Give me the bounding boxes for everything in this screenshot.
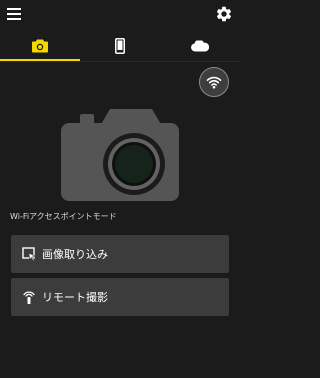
image-import-label: 画像取り込み bbox=[42, 248, 108, 261]
camera-illustration bbox=[61, 109, 179, 201]
remote-shooting-label: リモート撮影 bbox=[42, 291, 108, 304]
top-bar bbox=[0, 0, 240, 30]
camera-icon bbox=[32, 39, 48, 52]
hamburger-menu-icon[interactable] bbox=[6, 6, 24, 22]
remote-shooting-button[interactable]: リモート撮影 bbox=[11, 278, 229, 316]
tab-cloud[interactable] bbox=[160, 30, 240, 61]
image-import-button[interactable]: 画像取り込み bbox=[11, 235, 229, 273]
image-import-icon bbox=[22, 247, 36, 261]
remote-shooting-icon bbox=[23, 291, 35, 304]
tab-bar bbox=[0, 30, 240, 61]
cloud-icon bbox=[191, 40, 209, 51]
connection-mode-label: Wi-Fiアクセスポイントモード bbox=[10, 212, 117, 221]
wifi-button[interactable] bbox=[199, 67, 229, 97]
wifi-icon bbox=[206, 76, 222, 89]
tabs-divider bbox=[0, 61, 240, 62]
tab-smartphone[interactable] bbox=[80, 30, 160, 61]
tab-camera[interactable] bbox=[0, 30, 80, 61]
gear-icon[interactable] bbox=[215, 5, 233, 23]
smartphone-icon bbox=[115, 37, 125, 54]
